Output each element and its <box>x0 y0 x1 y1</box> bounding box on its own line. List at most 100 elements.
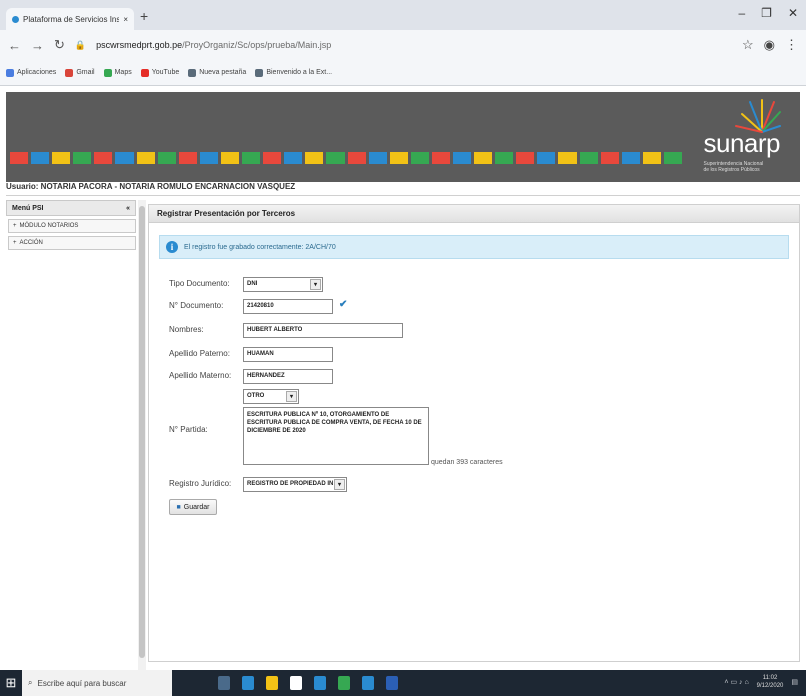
apellido-paterno-field[interactable]: HUAMAN <box>243 347 333 362</box>
scrollbar-thumb[interactable] <box>139 206 145 658</box>
windows-start-icon[interactable]: ⊞ <box>0 670 22 696</box>
color-stripe <box>642 152 661 164</box>
tipo-documento-select[interactable]: DNI ▾ <box>243 277 323 292</box>
save-icon: ■ <box>176 503 181 511</box>
save-button[interactable]: ■ Guardar <box>169 499 217 515</box>
panel-title: Registrar Presentación por Terceros <box>149 205 799 223</box>
color-stripe <box>516 152 535 164</box>
brand: sunarp Superintendencia Nacional de los … <box>704 128 781 173</box>
search-icon: ⌕ <box>28 678 33 687</box>
chrome-icon[interactable] <box>338 676 350 690</box>
tab-favicon-icon <box>12 15 19 23</box>
nro-documento-field[interactable]: 21420810 <box>243 299 333 314</box>
taskbar-search[interactable]: ⌕ Escribe aquí para buscar <box>22 670 172 696</box>
partida-type-select[interactable]: OTRO ▾ <box>243 389 299 404</box>
color-stripe <box>52 152 71 164</box>
page-icon <box>255 68 264 77</box>
tray-icons[interactable]: ˄ ▭ ♪ ⌂ <box>724 678 748 686</box>
edge-icon[interactable] <box>242 676 254 690</box>
validate-check-icon[interactable]: ✔ <box>339 299 347 310</box>
apellido-paterno-label: Apellido Paterno: <box>169 349 230 358</box>
remaining-characters: quedan 393 caracteres <box>431 459 503 466</box>
color-stripe <box>452 152 472 164</box>
color-stripe <box>663 152 682 164</box>
color-stripe <box>579 152 598 164</box>
info-icon: i <box>166 241 178 253</box>
registration-panel: Registrar Presentación por Terceros i El… <box>148 204 800 662</box>
mail-icon[interactable] <box>314 676 326 690</box>
profile-icon[interactable]: ◉ <box>764 37 775 53</box>
browser-menu-icon[interactable]: ⋮ <box>785 37 798 53</box>
color-stripe <box>284 152 303 164</box>
store-icon[interactable] <box>290 676 302 690</box>
bookmark-item[interactable]: Bienvenido a la Ext... <box>255 68 332 77</box>
sidebar-item-accion[interactable]: + ACCIÓN <box>8 236 136 250</box>
lock-icon[interactable]: 🔒 <box>75 40 86 51</box>
bookmark-item[interactable]: Gmail <box>65 68 95 77</box>
minimize-icon[interactable]: – <box>738 6 745 20</box>
site-header: sunarp Superintendencia Nacional de los … <box>6 92 800 182</box>
color-stripe <box>326 152 345 164</box>
taskbar-search-placeholder: Escribe aquí para buscar <box>37 678 127 688</box>
forward-icon[interactable]: → <box>31 38 44 53</box>
color-stripe <box>263 152 282 164</box>
color-stripe <box>495 152 514 164</box>
nro-documento-label: N° Documento: <box>169 301 224 310</box>
partida-label: N° Partida: <box>169 425 208 434</box>
color-stripes <box>10 152 682 164</box>
nombres-label: Nombres: <box>169 325 204 334</box>
word-icon[interactable] <box>386 676 398 690</box>
maps-icon <box>103 68 112 77</box>
windows-taskbar: ⊞ ⌕ Escribe aquí para buscar ˄ ▭ ♪ ⌂ 11:… <box>0 670 806 696</box>
bookmark-item[interactable]: Maps <box>103 68 132 77</box>
gmail-icon <box>65 68 74 77</box>
color-stripe <box>242 152 261 164</box>
bookmark-item[interactable]: Aplicaciones <box>6 68 56 77</box>
dropdown-arrow-icon: ▾ <box>286 391 297 402</box>
dropdown-arrow-icon: ▾ <box>310 279 321 290</box>
color-stripe <box>410 152 429 164</box>
new-tab-icon[interactable]: + <box>140 8 148 24</box>
sidebar-scrollbar[interactable] <box>138 200 146 670</box>
file-explorer-icon[interactable] <box>266 676 278 690</box>
color-stripe <box>94 152 113 164</box>
sidebar-item-modulo-notarios[interactable]: + MÓDULO NOTARIOS <box>8 219 136 233</box>
apellido-materno-field[interactable]: HERNANDEZ <box>243 369 333 384</box>
success-message-text: El registro fue grabado correctamente: 2… <box>184 243 336 251</box>
notifications-icon[interactable]: ▤ <box>791 678 798 686</box>
color-stripe <box>115 152 134 164</box>
back-icon[interactable]: ← <box>8 38 21 53</box>
close-window-icon[interactable]: ✕ <box>788 6 798 20</box>
partida-textarea[interactable]: ESCRITURA PUBLICA Nº 10, OTORGAMIENTO DE… <box>243 407 429 465</box>
clock[interactable]: 11:02 9/12/2020 <box>757 674 784 690</box>
registro-juridico-select[interactable]: REGISTRO DE PROPIEDAD IN ▾ <box>243 477 347 492</box>
sidebar-header[interactable]: Menú PSI « <box>6 200 136 216</box>
youtube-icon <box>140 68 149 77</box>
window-controls: – ❐ ✕ <box>738 6 798 20</box>
color-stripe <box>537 152 556 164</box>
apps-icon <box>6 68 14 77</box>
color-stripe <box>347 152 366 164</box>
bookmark-item[interactable]: YouTube <box>140 68 179 77</box>
browser-tab[interactable]: Plataforma de Servicios Institucion... × <box>6 8 134 30</box>
url-field[interactable]: pscwrsmedprt.gob.pe/ProyOrganiz/Sc/ops/p… <box>96 40 732 50</box>
tab-close-icon[interactable]: × <box>123 15 128 24</box>
reload-icon[interactable]: ↻ <box>54 37 65 53</box>
url-path: /ProyOrganiz/Sc/ops/prueba/Main.jsp <box>182 40 332 50</box>
color-stripe <box>136 152 155 164</box>
success-message: i El registro fue grabado correctamente:… <box>159 235 789 259</box>
bookmark-item[interactable]: Nueva pestaña <box>188 68 246 77</box>
nombres-field[interactable]: HUBERT ALBERTO <box>243 323 403 338</box>
plus-icon: + <box>13 223 17 229</box>
task-view-icon[interactable] <box>218 676 230 690</box>
color-stripe <box>10 152 29 164</box>
maximize-icon[interactable]: ❐ <box>761 6 772 20</box>
color-stripe <box>305 152 324 164</box>
color-stripe <box>600 152 619 164</box>
collapse-icon[interactable]: « <box>126 205 130 212</box>
bookmark-star-icon[interactable]: ☆ <box>742 37 754 53</box>
color-stripe <box>558 152 577 164</box>
registro-juridico-label: Registro Jurídico: <box>169 479 232 488</box>
color-stripe <box>157 152 176 164</box>
app-icon[interactable] <box>362 676 374 690</box>
